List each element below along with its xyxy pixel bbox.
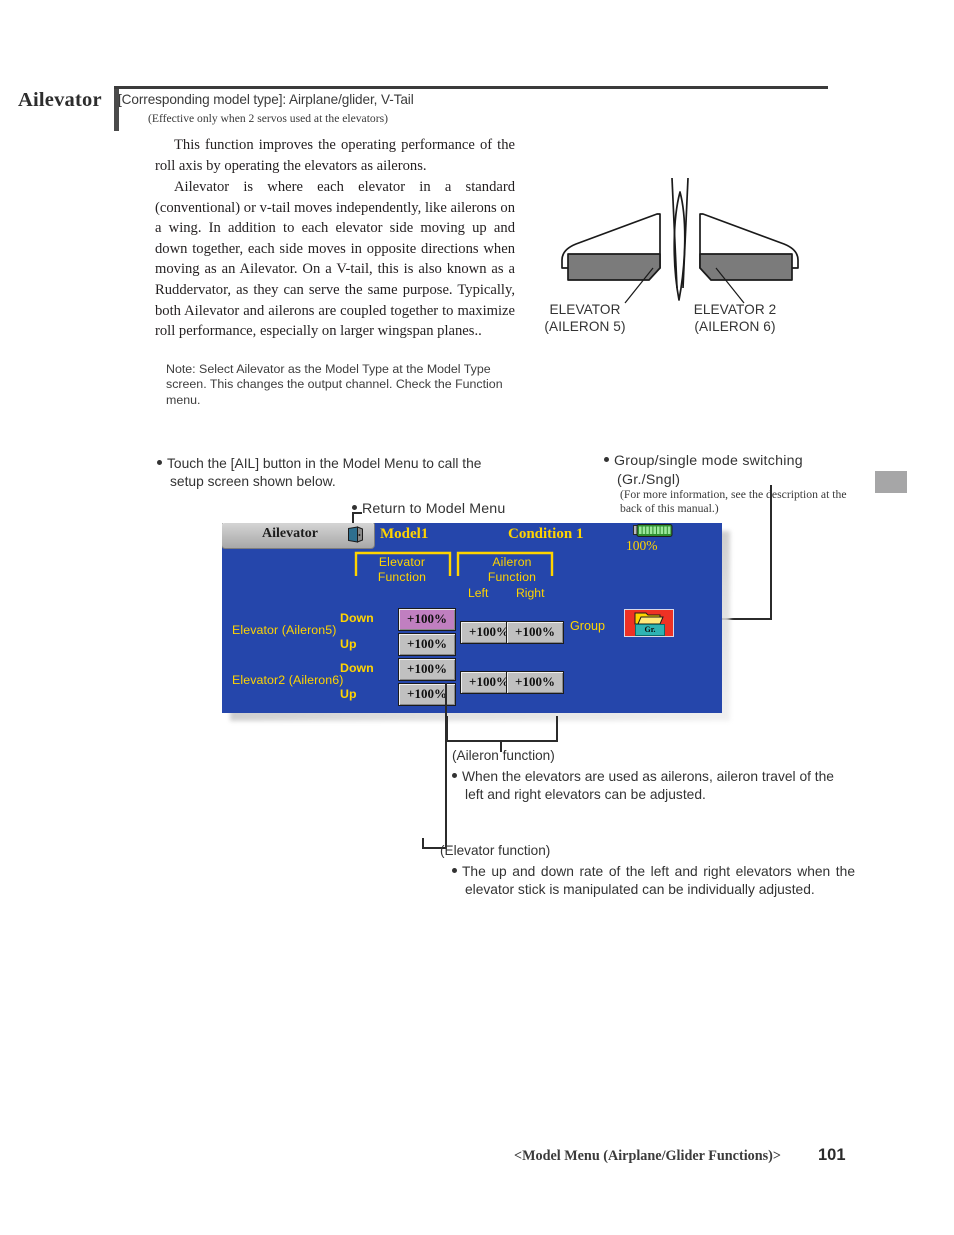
bullet-dot-icon (452, 772, 457, 778)
figure-label-elevator1-line2: (AILERON 5) (544, 319, 626, 334)
model-type-note: Note: Select Ailevator as the Model Type… (166, 362, 503, 407)
row-label-elevator1: Elevator (Aileron5) (232, 623, 337, 637)
callout-return-to-model-menu: Return to Model Menu (352, 501, 505, 517)
callout-touch-ail-text: Touch the [AIL] button in the Model Menu… (167, 456, 482, 489)
leader-line-aileron-horizontal (446, 740, 558, 742)
description-elevator-function-text: The up and down rate of the left and rig… (462, 864, 855, 897)
figure-label-elevator1-line1: ELEVATOR (549, 302, 621, 317)
bracket-label-aileron-function: Aileron Function (487, 555, 537, 584)
description-paragraph: Ailevator is where each elevator in a st… (155, 179, 515, 340)
lcd-title-label: Ailevator (262, 526, 318, 541)
bullet-dot-icon (352, 504, 357, 510)
direction-label-down-1: Down (340, 611, 374, 625)
description-aileron-function: When the elevators are used as ailerons,… (452, 768, 855, 803)
corresponding-model-type: [Corresponding model type]: Airplane/gli… (118, 92, 414, 107)
bracket-label-elevator-function: Elevator Function (377, 555, 427, 584)
lcd-model-name: Model1 (380, 526, 429, 542)
value-elevator2-down[interactable]: +100% (398, 658, 456, 681)
caption-elevator-function: (Elevator function) (440, 843, 551, 858)
description-aileron-function-text: When the elevators are used as ailerons,… (462, 769, 834, 802)
value-elevator1-down[interactable]: +100% (398, 608, 456, 631)
margin-thumb-index (875, 471, 907, 493)
leader-line-elevator-vertical (445, 683, 447, 849)
callout-group-switch-sub: (For more information, see the descripti… (620, 488, 847, 515)
leader-line-elevator-corner (422, 838, 424, 849)
group-mode-button[interactable]: Gr. (624, 609, 674, 637)
figure-label-elevator1: ELEVATOR (AILERON 5) (505, 301, 665, 335)
battery-percentage: 100% (626, 538, 658, 553)
footer-chapter: <Model Menu (Airplane/Glider Functions)> (514, 1148, 781, 1164)
value-elevator1-up[interactable]: +100% (398, 633, 456, 656)
callout-group-switch: Group/single mode switching (Gr./Sngl) (604, 452, 862, 490)
caption-aileron-function: (Aileron function) (452, 748, 555, 763)
leader-line-group-vertical (770, 485, 772, 620)
value-aileron2-right[interactable]: +100% (506, 671, 564, 694)
lcd-screen-figure: Ailevator Model1 Condition 1 100% Elevat… (222, 523, 730, 721)
callout-return-text: Return to Model Menu (362, 501, 506, 517)
value-elevator2-up[interactable]: +100% (398, 683, 456, 706)
lcd-title-button[interactable]: Ailevator (222, 523, 375, 549)
group-button-label: Gr. (635, 624, 665, 636)
direction-label-up-2: Up (340, 687, 357, 701)
callout-touch-ail: Touch the [AIL] button in the Model Menu… (157, 455, 515, 490)
leader-line-aileron-right (556, 716, 558, 742)
group-label: Group (570, 619, 606, 633)
description-elevator-function: The up and down rate of the left and rig… (452, 863, 855, 898)
row-label-elevator2: Elevator2 (Aileron6) (232, 673, 344, 687)
figure-label-elevator2-line2: (AILERON 6) (694, 319, 776, 334)
page-title: Ailevator (18, 89, 102, 111)
bullet-dot-icon (604, 456, 609, 462)
lcd-condition-name: Condition 1 (508, 526, 584, 542)
battery-icon (633, 524, 673, 537)
bullet-dot-icon (157, 459, 162, 465)
effective-note: (Effective only when 2 servos used at th… (148, 112, 388, 125)
figure-label-elevator2-line1: ELEVATOR 2 (693, 302, 777, 317)
bullet-dot-icon (452, 867, 457, 873)
exit-door-icon[interactable] (347, 526, 364, 543)
direction-label-up-1: Up (340, 637, 357, 651)
lcd-screen: Ailevator Model1 Condition 1 100% Elevat… (222, 523, 722, 713)
page-number: 101 (818, 1146, 846, 1164)
direction-label-down-2: Down (340, 661, 374, 675)
value-aileron1-right[interactable]: +100% (506, 621, 564, 644)
callout-group-switch-text: Group/single mode switching (Gr./Sngl) (614, 453, 803, 488)
intro-paragraph: This function improves the operating per… (155, 137, 515, 174)
figure-label-elevator2: ELEVATOR 2 (AILERON 6) (655, 301, 815, 335)
column-header-right: Right (516, 586, 545, 600)
column-header-left: Left (468, 586, 489, 600)
leader-line-return-horizontal (352, 512, 362, 514)
